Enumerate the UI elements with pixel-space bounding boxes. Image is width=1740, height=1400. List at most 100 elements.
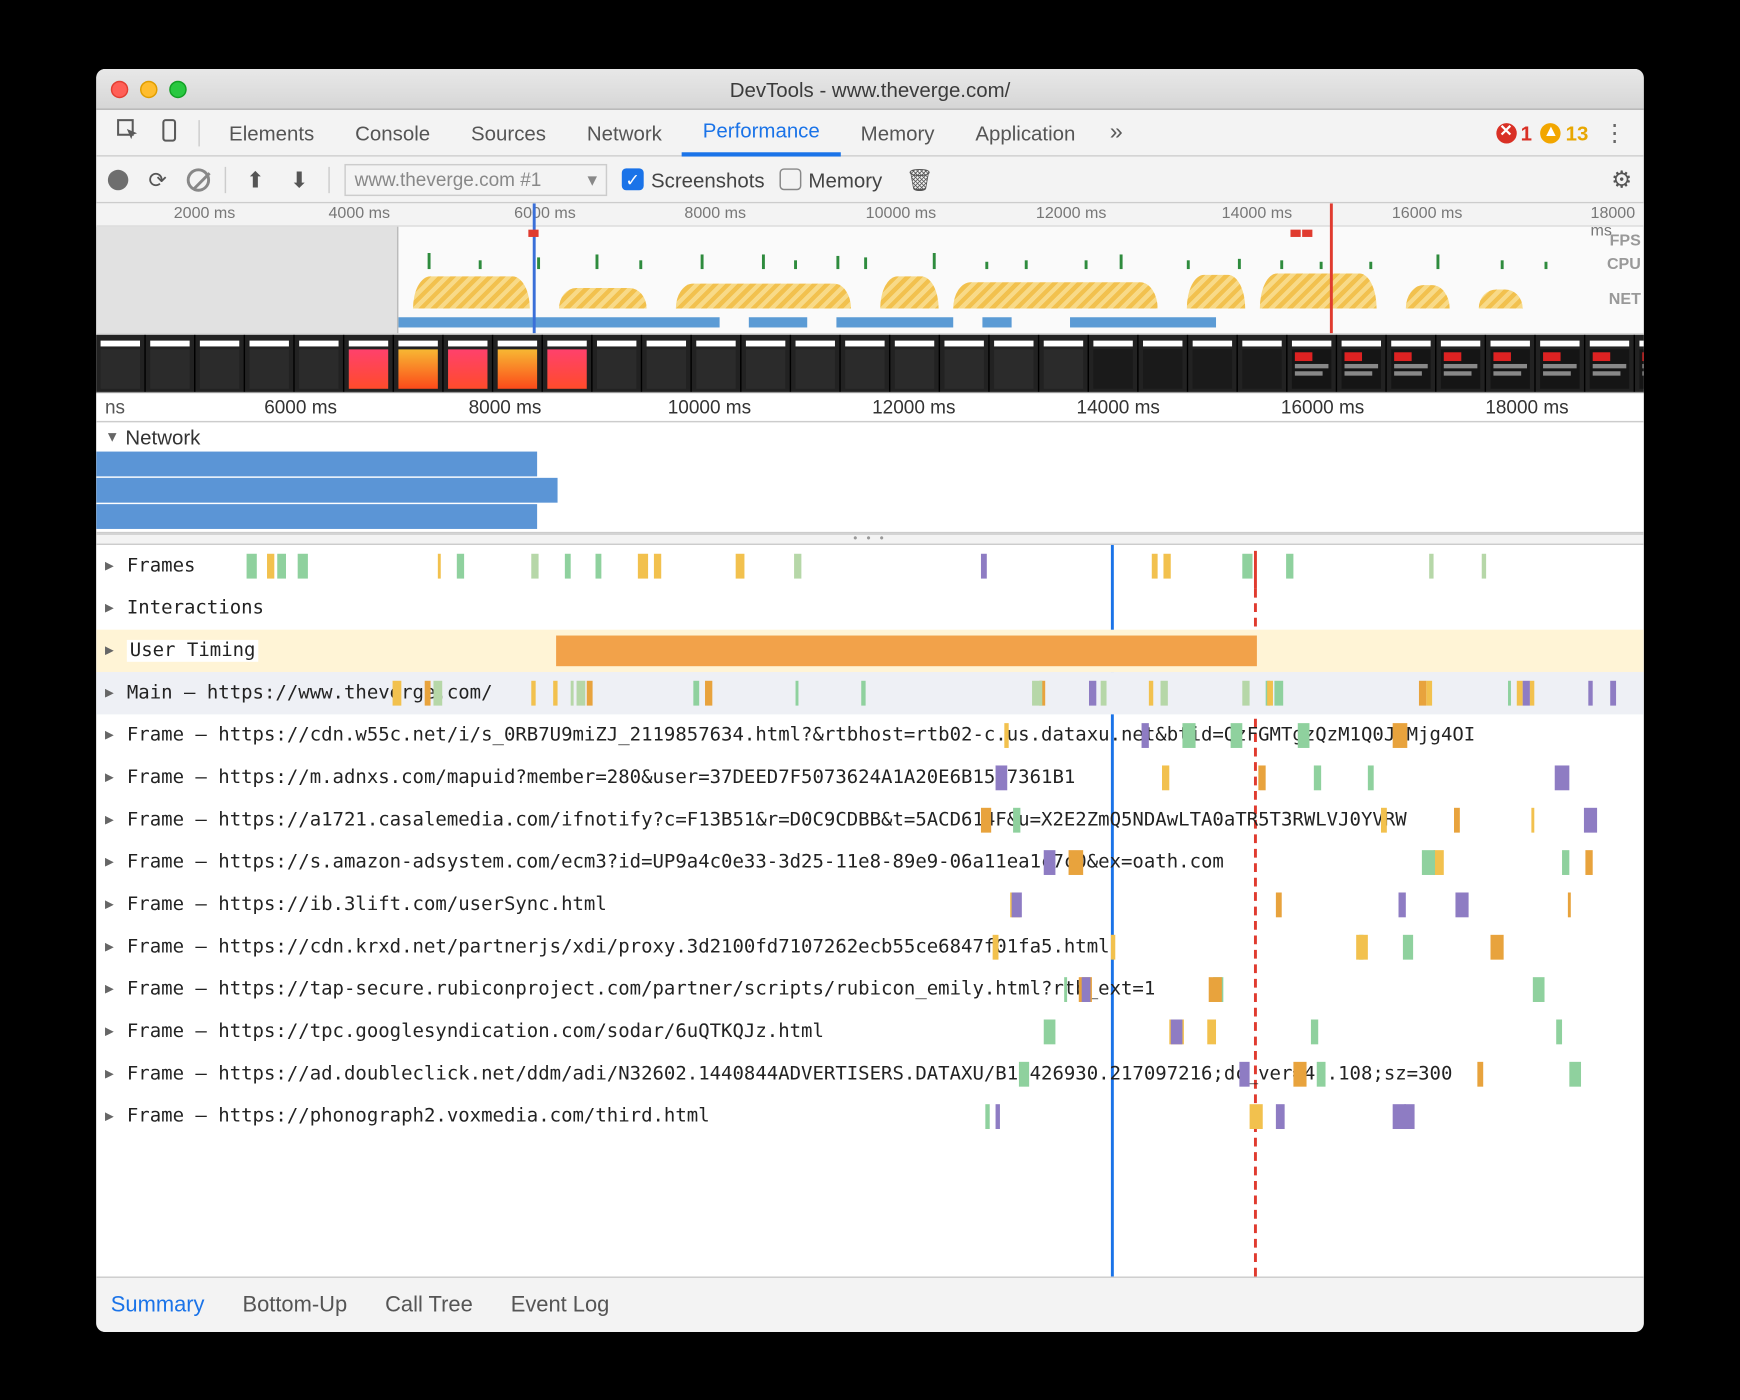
device-icon[interactable] <box>149 118 190 146</box>
filmstrip-thumb[interactable] <box>890 334 940 392</box>
chevron-right-icon[interactable]: ▶ <box>105 1108 120 1124</box>
chevron-right-icon[interactable]: ▶ <box>105 981 120 997</box>
filmstrip-thumb[interactable] <box>692 334 742 392</box>
details-tab-event-log[interactable]: Event Log <box>511 1292 610 1317</box>
chevron-down-icon[interactable]: ▼ <box>105 428 120 444</box>
kebab-icon[interactable]: ⋮ <box>1597 117 1632 146</box>
frames-track[interactable]: ▶ Frames <box>96 545 1644 587</box>
viewport-start-line[interactable] <box>533 203 536 333</box>
chevron-right-icon[interactable]: ▶ <box>105 685 120 701</box>
overview-minimap[interactable]: 2000 ms4000 ms6000 ms8000 ms10000 ms1200… <box>96 203 1644 334</box>
chevron-down-icon: ▾ <box>587 167 597 190</box>
pane-splitter[interactable]: • • • <box>96 533 1644 545</box>
filmstrip-thumb[interactable] <box>1188 334 1238 392</box>
frame-track[interactable]: ▶Frame — https://s.amazon-adsystem.com/e… <box>96 841 1644 883</box>
frame-track[interactable]: ▶Frame — https://cdn.krxd.net/partnerjs/… <box>96 926 1644 968</box>
frame-track[interactable]: ▶Frame — https://a1721.casalemedia.com/i… <box>96 799 1644 841</box>
filmstrip-thumb[interactable] <box>96 334 146 392</box>
filmstrip-thumb[interactable] <box>245 334 295 392</box>
filmstrip-thumb[interactable] <box>444 334 494 392</box>
screenshots-checkbox[interactable]: ✓Screenshots <box>622 167 765 190</box>
filmstrip-thumb[interactable] <box>940 334 990 392</box>
filmstrip-thumb[interactable] <box>642 334 692 392</box>
filmstrip-thumb[interactable] <box>344 334 394 392</box>
filmstrip-thumb[interactable] <box>1536 334 1586 392</box>
details-tab-bottom-up[interactable]: Bottom-Up <box>242 1292 347 1317</box>
details-tab-call-tree[interactable]: Call Tree <box>385 1292 473 1317</box>
user-timing-track[interactable]: ▶ User Timing <box>96 629 1644 671</box>
frame-track[interactable]: ▶Frame — https://tpc.googlesyndication.c… <box>96 1010 1644 1052</box>
chevron-right-icon[interactable]: ▶ <box>105 769 120 785</box>
frame-track[interactable]: ▶Frame — https://m.adnxs.com/mapuid?memb… <box>96 756 1644 798</box>
chevron-right-icon[interactable]: ▶ <box>105 1066 120 1082</box>
filmstrip-thumb[interactable] <box>1635 334 1644 392</box>
frame-track[interactable]: ▶Frame — https://ad.doubleclick.net/ddm/… <box>96 1053 1644 1095</box>
tab-sources[interactable]: Sources <box>451 109 567 156</box>
filmstrip-thumb[interactable] <box>543 334 593 392</box>
save-profile-icon[interactable]: ⬇ <box>285 166 314 192</box>
filmstrip-thumb[interactable] <box>1139 334 1189 392</box>
load-profile-icon[interactable]: ⬆ <box>241 166 270 192</box>
tab-memory[interactable]: Memory <box>840 109 955 156</box>
filmstrip-thumb[interactable] <box>1288 334 1338 392</box>
filmstrip-thumb[interactable] <box>146 334 196 392</box>
frame-track[interactable]: ▶Frame — https://phonograph2.voxmedia.co… <box>96 1095 1644 1137</box>
filmstrip-thumb[interactable] <box>742 334 792 392</box>
chevron-right-icon[interactable]: ▶ <box>105 1023 120 1039</box>
error-count[interactable]: ✕1 <box>1496 120 1532 143</box>
gear-icon[interactable]: ⚙ <box>1611 164 1632 193</box>
more-tabs-icon[interactable]: » <box>1096 119 1137 145</box>
load-marker-line <box>1330 203 1333 333</box>
filmstrip-thumb[interactable] <box>593 334 643 392</box>
main-track[interactable]: ▶ Main — https://www.theverge.com/ <box>96 672 1644 714</box>
filmstrip-thumb[interactable] <box>1089 334 1139 392</box>
chevron-right-icon[interactable]: ▶ <box>105 642 120 658</box>
frame-track[interactable]: ▶Frame — https://cdn.w55c.net/i/s_0RB7U9… <box>96 714 1644 756</box>
filmstrip-thumb[interactable] <box>493 334 543 392</box>
recording-selector[interactable]: www.theverge.com #1 ▾ <box>344 163 607 195</box>
chevron-right-icon[interactable]: ▶ <box>105 812 120 828</box>
filmstrip-thumb[interactable] <box>1337 334 1387 392</box>
chevron-right-icon[interactable]: ▶ <box>105 854 120 870</box>
filmstrip-thumb[interactable] <box>195 334 245 392</box>
warning-count[interactable]: ▲13 <box>1541 120 1589 143</box>
tab-performance[interactable]: Performance <box>682 109 840 156</box>
inspect-icon[interactable] <box>108 118 149 146</box>
tab-console[interactable]: Console <box>335 109 451 156</box>
reload-icon[interactable]: ⟳ <box>143 166 172 192</box>
filmstrip-thumb[interactable] <box>1039 334 1089 392</box>
clear-icon[interactable] <box>187 167 210 190</box>
network-track[interactable]: ▼ Network <box>96 422 1644 533</box>
filmstrip-thumb[interactable] <box>990 334 1040 392</box>
tab-elements[interactable]: Elements <box>209 109 335 156</box>
filmstrip-thumb[interactable] <box>1387 334 1437 392</box>
memory-checkbox[interactable]: Memory <box>779 167 882 190</box>
interactions-track[interactable]: ▶ Interactions <box>96 587 1644 629</box>
filmstrip-thumb[interactable] <box>295 334 345 392</box>
flamechart[interactable]: ▶ Frames ▶ Interactions ▶ User Timing ▶ … <box>96 545 1644 1276</box>
chevron-right-icon[interactable]: ▶ <box>105 558 120 574</box>
tab-network[interactable]: Network <box>566 109 682 156</box>
details-tab-summary[interactable]: Summary <box>111 1292 205 1317</box>
timeline-ruler[interactable]: ns 6000 ms8000 ms10000 ms12000 ms14000 m… <box>96 393 1644 422</box>
overview-lane-labels: FPS CPU NET <box>1607 229 1641 311</box>
tab-application[interactable]: Application <box>955 109 1096 156</box>
record-icon[interactable] <box>108 169 128 189</box>
frame-track[interactable]: ▶Frame — https://ib.3lift.com/userSync.h… <box>96 883 1644 925</box>
overview-ruler: 2000 ms4000 ms6000 ms8000 ms10000 ms1200… <box>96 203 1644 226</box>
screenshots-filmstrip[interactable] <box>96 334 1644 392</box>
chevron-right-icon[interactable]: ▶ <box>105 896 120 912</box>
filmstrip-thumb[interactable] <box>1486 334 1536 392</box>
trash-icon[interactable]: 🗑 <box>906 166 934 192</box>
frame-track[interactable]: ▶Frame — https://tap-secure.rubiconproje… <box>96 968 1644 1010</box>
filmstrip-thumb[interactable] <box>1585 334 1635 392</box>
filmstrip-thumb[interactable] <box>394 334 444 392</box>
chevron-right-icon[interactable]: ▶ <box>105 600 120 616</box>
filmstrip-thumb[interactable] <box>1238 334 1288 392</box>
chevron-right-icon[interactable]: ▶ <box>105 939 120 955</box>
chevron-right-icon[interactable]: ▶ <box>105 727 120 743</box>
details-tabs: Summary Bottom-Up Call Tree Event Log <box>96 1276 1644 1331</box>
filmstrip-thumb[interactable] <box>841 334 891 392</box>
filmstrip-thumb[interactable] <box>791 334 841 392</box>
filmstrip-thumb[interactable] <box>1436 334 1486 392</box>
